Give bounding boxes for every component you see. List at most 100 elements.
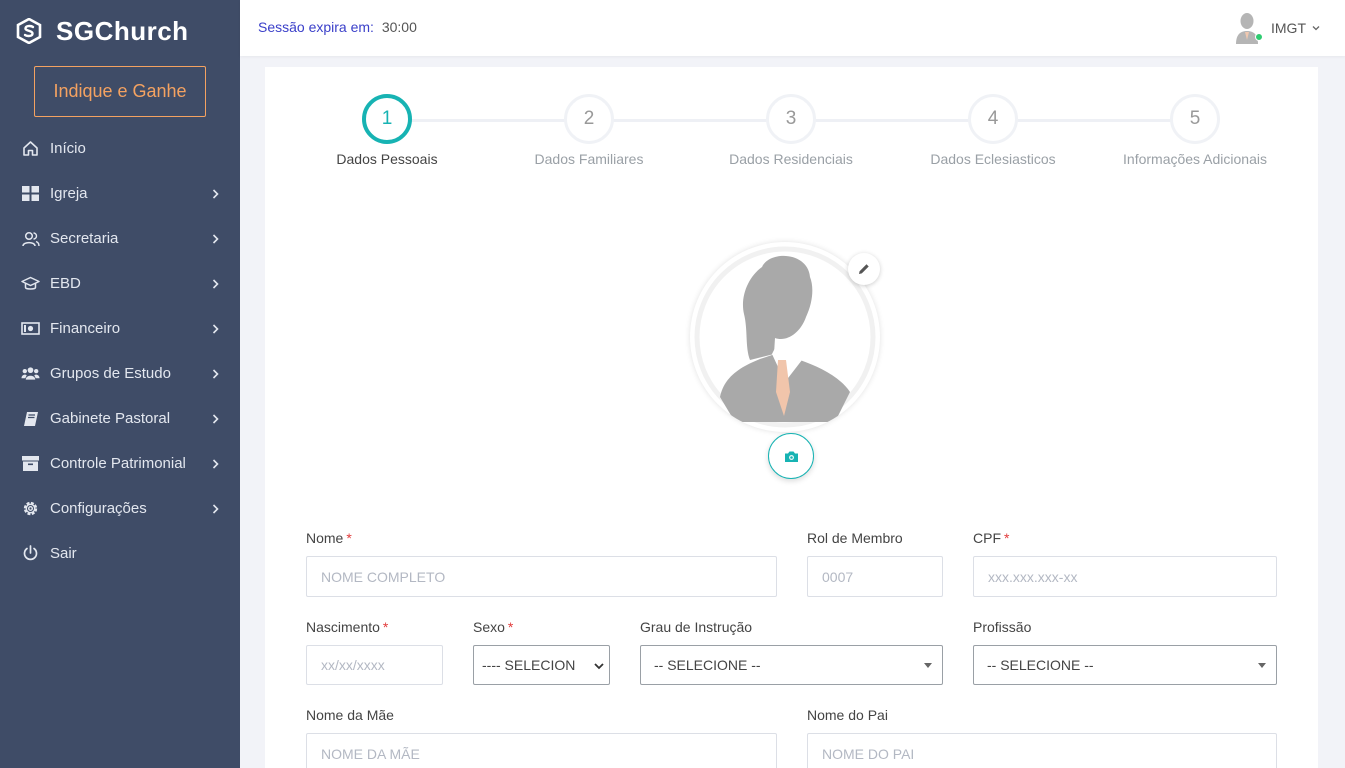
sidebar-item-label: Gabinete Pastoral (50, 410, 171, 427)
grau-instrucao-label: Grau de Instrução (640, 619, 753, 635)
sgchurch-logo-icon (16, 18, 42, 44)
indique-e-ganhe-button[interactable]: Indique e Ganhe (34, 66, 206, 117)
required-marker: * (346, 530, 352, 546)
archive-icon (21, 454, 40, 473)
sidebar-item-sair[interactable]: Sair (0, 531, 240, 576)
sidebar-item-configuracoes[interactable]: Configurações (0, 486, 240, 531)
nascimento-label: Nascimento * (306, 619, 389, 635)
users-icon (21, 229, 40, 248)
step-number: 5 (1170, 94, 1220, 144)
step-informacoes-adicionais[interactable]: 5 Informações Adicionais (1095, 94, 1295, 167)
sidebar-item-label: Controle Patrimonial (50, 455, 186, 472)
sidebar-item-financeiro[interactable]: Financeiro (0, 306, 240, 351)
step-dados-pessoais[interactable]: 1 Dados Pessoais (287, 94, 487, 167)
user-menu[interactable]: IMGT (1235, 12, 1321, 44)
camera-icon (784, 451, 798, 462)
chevron-right-icon (210, 233, 220, 244)
stepper: 1 Dados Pessoais 2 Dados Familiares 3 Da… (265, 94, 1318, 184)
step-number: 4 (968, 94, 1018, 144)
online-status-icon (1255, 33, 1263, 41)
nome-mae-label: Nome da Mãe (306, 707, 394, 723)
sidebar-item-inicio[interactable]: Início (0, 126, 240, 171)
group-icon (21, 364, 40, 383)
step-label: Dados Residenciais (729, 151, 853, 167)
sidebar-item-secretaria[interactable]: Secretaria (0, 216, 240, 261)
sexo-label: Sexo * (473, 619, 514, 635)
required-marker: * (382, 619, 389, 635)
sidebar-item-label: EBD (50, 275, 81, 292)
cpf-input[interactable] (973, 556, 1277, 597)
cpf-label: CPF * (973, 530, 1010, 546)
brand[interactable]: SGChurch (0, 0, 240, 62)
chevron-right-icon (210, 503, 220, 514)
step-label: Informações Adicionais (1123, 151, 1267, 167)
member-form-card: 1 Dados Pessoais 2 Dados Familiares 3 Da… (265, 67, 1318, 768)
required-marker: * (1004, 530, 1010, 546)
money-icon (21, 319, 40, 338)
sidebar-item-label: Financeiro (50, 320, 121, 337)
nome-input[interactable] (306, 556, 777, 597)
chevron-right-icon (210, 368, 220, 379)
nome-pai-label: Nome do Pai (807, 707, 888, 723)
step-label: Dados Familiares (534, 151, 644, 167)
nome-label: Nome * (306, 530, 352, 546)
caret-down-icon (924, 663, 932, 668)
gear-icon (21, 499, 40, 518)
grid-icon (21, 184, 40, 203)
step-label: Dados Eclesiasticos (930, 151, 1056, 167)
user-name: IMGT (1271, 20, 1306, 36)
sidebar-item-label: Configurações (50, 500, 147, 517)
cpf-field: CPF * (973, 530, 1009, 548)
chevron-right-icon (210, 323, 220, 334)
nome-field: Nome * (306, 530, 352, 548)
step-dados-eclesiasticos[interactable]: 4 Dados Eclesiasticos (893, 94, 1093, 167)
step-number: 1 (362, 94, 412, 144)
session-label: Sessão expira em: (258, 19, 374, 35)
grau-instrucao-field: Grau de Instrução (640, 619, 752, 637)
sidebar-item-igreja[interactable]: Igreja (0, 171, 240, 216)
camera-button[interactable] (768, 433, 814, 479)
sidebar-item-gabinete-pastoral[interactable]: Gabinete Pastoral (0, 396, 240, 441)
profissao-select-value: -- SELECIONE -- (987, 657, 1094, 673)
nascimento-field: Nascimento * (306, 619, 388, 637)
sexo-select[interactable]: ---- SELECION (473, 645, 610, 685)
nome-mae-field: Nome da Mãe (306, 707, 394, 725)
avatar (1235, 12, 1263, 44)
sidebar-item-controle-patrimonial[interactable]: Controle Patrimonial (0, 441, 240, 486)
sidebar-item-ebd[interactable]: EBD (0, 261, 240, 306)
profissao-select[interactable]: -- SELECIONE -- (973, 645, 1277, 685)
power-icon (21, 544, 40, 563)
chevron-right-icon (210, 278, 220, 289)
chevron-right-icon (210, 458, 220, 469)
graduation-cap-icon (21, 274, 40, 293)
rol-input[interactable] (807, 556, 943, 597)
grau-instrucao-select[interactable]: -- SELECIONE -- (640, 645, 943, 685)
session-timer: Sessão expira em: 30:00 (258, 19, 417, 35)
required-marker: * (507, 619, 514, 635)
sidebar-item-label: Secretaria (50, 230, 119, 247)
profissao-label: Profissão (973, 619, 1032, 635)
step-number: 3 (766, 94, 816, 144)
sidebar-item-grupos-de-estudo[interactable]: Grupos de Estudo (0, 351, 240, 396)
step-dados-residenciais[interactable]: 3 Dados Residenciais (691, 94, 891, 167)
pencil-icon (859, 264, 869, 274)
chevron-right-icon (210, 413, 220, 424)
grau-instrucao-select-value: -- SELECIONE -- (654, 657, 761, 673)
edit-photo-button[interactable] (848, 253, 880, 285)
sidebar-nav: Início Igreja Secretaria EBD Financeiro … (0, 126, 240, 576)
step-dados-familiares[interactable]: 2 Dados Familiares (489, 94, 689, 167)
book-icon (21, 409, 40, 428)
chevron-right-icon (210, 188, 220, 199)
sexo-field: Sexo * (473, 619, 513, 637)
sidebar: SGChurch Indique e Ganhe Início Igreja S… (0, 0, 240, 768)
sidebar-item-label: Igreja (50, 185, 88, 202)
sexo-select-value: ---- SELECION (482, 657, 576, 673)
caret-down-icon (1258, 663, 1266, 668)
nome-mae-input[interactable] (306, 733, 777, 768)
nascimento-input[interactable] (306, 645, 443, 685)
chevron-down-icon (593, 659, 605, 671)
nome-pai-input[interactable] (807, 733, 1277, 768)
app-name: SGChurch (56, 15, 189, 46)
sidebar-item-label: Sair (50, 545, 77, 562)
step-number: 2 (564, 94, 614, 144)
